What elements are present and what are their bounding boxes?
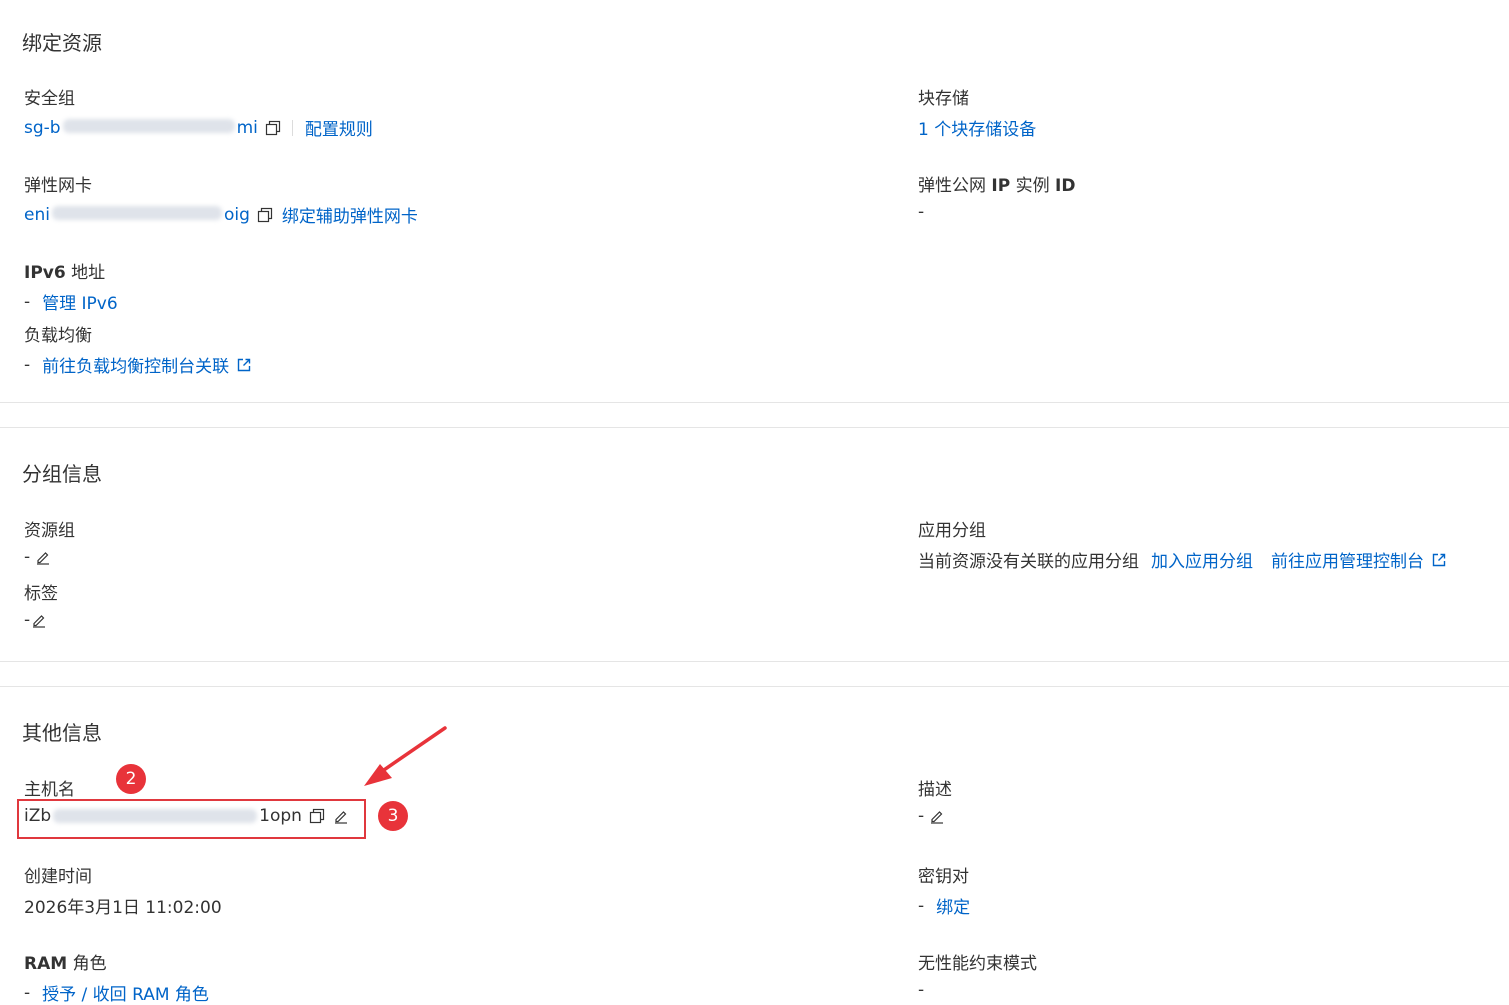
bind-key-pair-link[interactable]: 绑定 [936,893,970,918]
app-group-value: 当前资源没有关联的应用分组 加入应用分组 前往应用管理控制台 [918,547,1448,572]
edit-icon[interactable] [30,611,48,629]
edit-icon[interactable] [928,807,946,825]
external-link-icon[interactable] [1430,551,1448,569]
slb-label: 负载均衡 [24,326,92,346]
join-app-group-link[interactable]: 加入应用分组 [1151,547,1253,572]
created-time-value: 2026年3月1日 11:02:00 [24,898,222,918]
ram-role-label: RAM 角色 [24,954,107,974]
created-time-label: 创建时间 [24,867,92,887]
block-storage-value: 1 个块存储设备 [918,115,1036,140]
eni-value: eni oig 绑定辅助弹性网卡 [24,202,418,228]
section-divider [0,686,1509,687]
step-badge-2: 2 [116,764,146,794]
hostname-highlight-box [17,799,366,839]
security-group-id-link[interactable]: sg-b mi [24,118,258,138]
ipv6-value: - 管理 IPv6 [24,289,118,315]
key-pair-value: - 绑定 [918,893,970,919]
goto-slb-console-link[interactable]: 前往负载均衡控制台关联 [42,352,229,377]
hostname-label: 主机名 [24,780,75,800]
bind-secondary-eni-link[interactable]: 绑定辅助弹性网卡 [282,202,418,227]
security-group-value: sg-b mi 配置规则 [24,115,373,141]
resource-group-value: - [24,547,52,567]
no-perf-mode-value: - [918,980,925,1000]
security-group-label: 安全组 [24,89,75,109]
configure-rules-link[interactable]: 配置规则 [305,115,373,140]
goto-app-console-link[interactable]: 前往应用管理控制台 [1271,547,1424,572]
description-value: - [918,806,946,826]
key-pair-label: 密钥对 [918,867,969,887]
app-group-label: 应用分组 [918,521,986,541]
eip-label: 弹性公网 IP 实例 ID [918,176,1076,196]
step-badge-3: 3 [378,801,408,831]
no-perf-mode-label: 无性能约束模式 [918,954,1037,974]
section-title-bound-resources: 绑定资源 [22,31,102,55]
eni-label: 弹性网卡 [24,176,92,196]
block-storage-link[interactable]: 1 个块存储设备 [918,115,1036,140]
tags-label: 标签 [24,584,58,604]
redacted-mask [51,205,222,220]
block-storage-label: 块存储 [918,89,969,109]
section-title-other-info: 其他信息 [22,721,102,745]
external-link-icon[interactable] [235,356,253,374]
copy-icon[interactable] [256,206,274,224]
redacted-mask [62,118,235,133]
tags-value: - [24,610,48,630]
ipv6-label: IPv6 地址 [24,263,106,283]
section-divider [0,661,1509,662]
manage-ipv6-link[interactable]: 管理 IPv6 [42,289,118,314]
annotation-arrow-icon [364,726,447,786]
eni-id-link[interactable]: eni oig [24,205,250,225]
section-divider [0,402,1509,403]
section-title-group-info: 分组信息 [22,462,102,486]
edit-icon[interactable] [34,548,52,566]
section-divider [0,427,1509,428]
divider [291,119,293,136]
description-label: 描述 [918,780,952,800]
resource-group-label: 资源组 [24,521,75,541]
slb-value: - 前往负载均衡控制台关联 [24,352,253,377]
eip-value: - [918,202,925,222]
copy-icon[interactable] [264,119,282,137]
